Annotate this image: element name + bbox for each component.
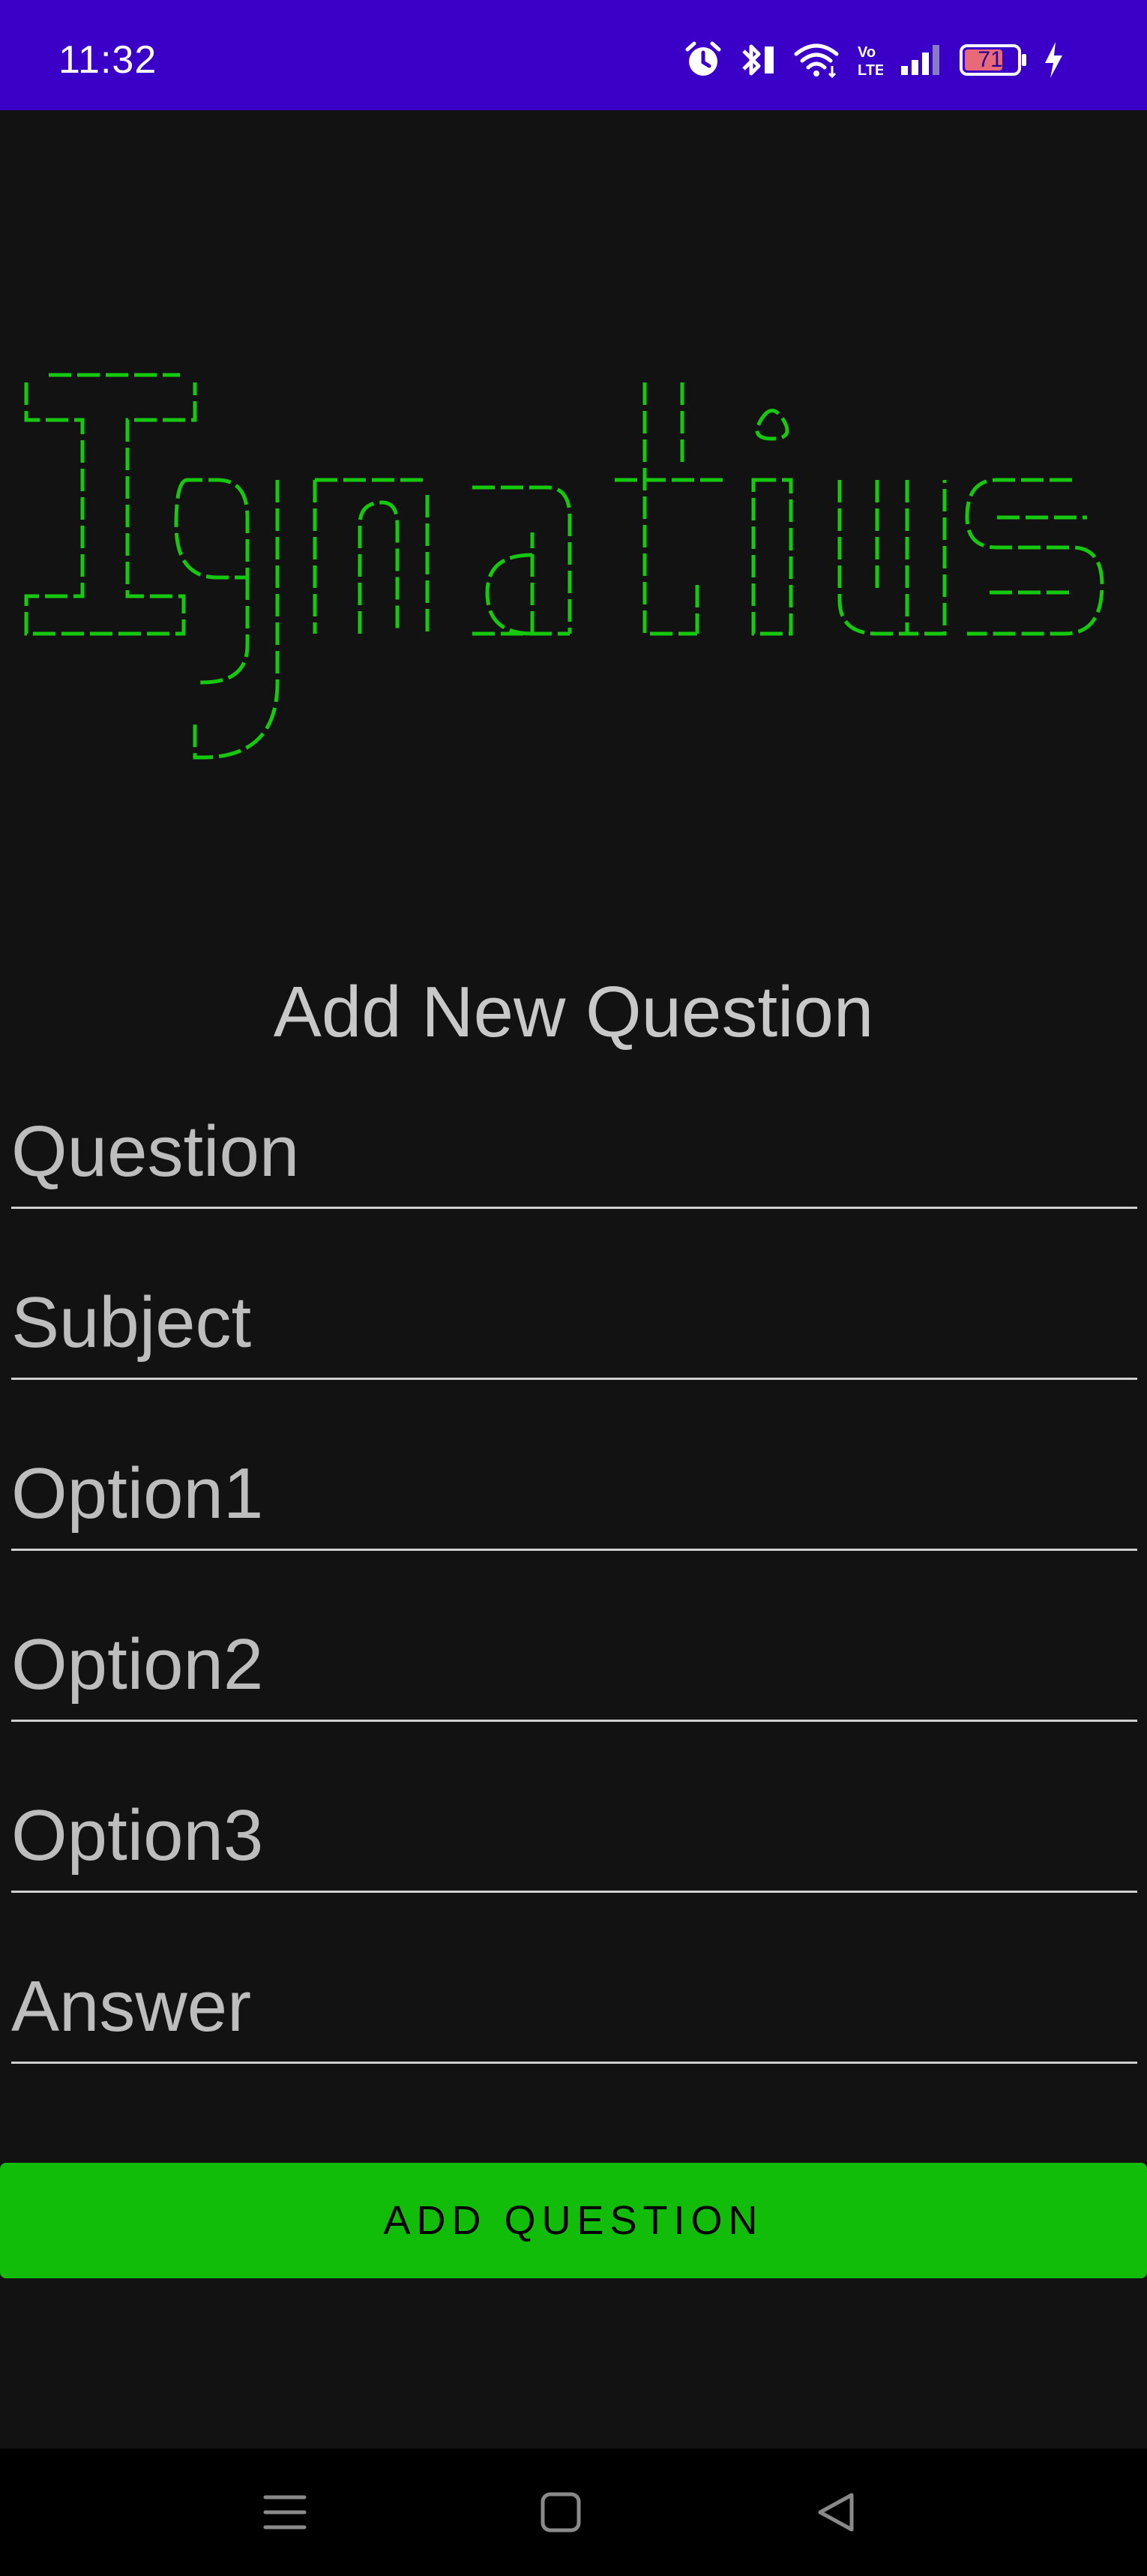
wifi-icon bbox=[793, 40, 840, 79]
status-icons: Vo LTE 71 bbox=[684, 30, 1065, 90]
svg-text:LTE: LTE bbox=[858, 62, 883, 79]
app-logo-banner bbox=[22, 330, 1117, 772]
option2-input[interactable] bbox=[11, 1624, 1137, 1706]
option3-field[interactable] bbox=[11, 1795, 1137, 1893]
app-logo bbox=[24, 373, 1104, 760]
option1-field[interactable] bbox=[11, 1453, 1137, 1551]
back-icon[interactable] bbox=[802, 2482, 870, 2542]
status-bar: 11:32 Vo LTE 71 bbox=[0, 0, 1147, 110]
bluetooth-icon bbox=[739, 39, 777, 81]
svg-text:Vo: Vo bbox=[858, 44, 876, 61]
signal-icon bbox=[900, 43, 943, 76]
alarm-icon bbox=[684, 40, 723, 79]
subject-input[interactable] bbox=[11, 1282, 1137, 1364]
battery-icon: 71 bbox=[960, 43, 1026, 76]
option3-input[interactable] bbox=[11, 1795, 1137, 1877]
home-icon[interactable] bbox=[527, 2482, 594, 2542]
question-input[interactable] bbox=[11, 1111, 1137, 1193]
question-field[interactable] bbox=[11, 1111, 1137, 1209]
add-question-button[interactable]: ADD QUESTION bbox=[0, 2163, 1147, 2278]
navigation-bar bbox=[0, 2449, 1147, 2576]
form-title: Add New Question bbox=[273, 972, 874, 1052]
menu-icon[interactable] bbox=[251, 2482, 319, 2542]
status-time: 11:32 bbox=[58, 38, 157, 82]
charging-icon bbox=[1042, 40, 1065, 79]
battery-level: 71 bbox=[978, 47, 1003, 72]
answer-field[interactable] bbox=[11, 1966, 1137, 2064]
subject-field[interactable] bbox=[11, 1282, 1137, 1380]
option1-input[interactable] bbox=[11, 1453, 1137, 1535]
answer-input[interactable] bbox=[11, 1966, 1137, 2048]
volte-icon: Vo LTE bbox=[856, 40, 883, 79]
option2-field[interactable] bbox=[11, 1624, 1137, 1722]
